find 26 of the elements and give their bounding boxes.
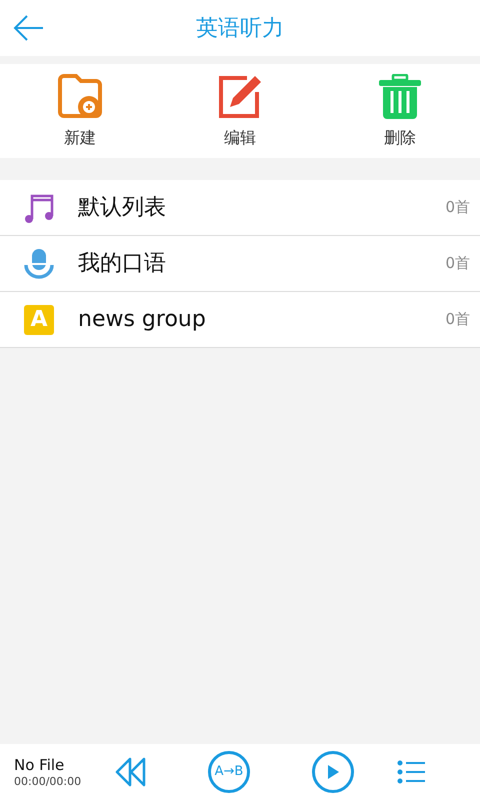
play-icon — [326, 764, 340, 780]
back-arrow-icon — [13, 14, 45, 42]
track-count: 0首 — [445, 253, 470, 274]
playlist-item[interactable]: 我的口语 0首 — [0, 236, 480, 292]
action-button[interactable]: 编辑 — [160, 64, 320, 158]
edit-icon — [217, 74, 263, 120]
action-button[interactable]: 新建 — [0, 64, 160, 158]
play-button[interactable] — [312, 751, 354, 793]
rewind-button[interactable] — [114, 755, 148, 789]
trash-icon — [378, 74, 422, 120]
playlist-name: 默认列表 — [78, 194, 166, 222]
playlist-item[interactable]: A news group 0首 — [0, 292, 480, 348]
letter-book-icon: A — [24, 304, 54, 334]
track-count: 0首 — [445, 197, 470, 218]
rewind-icon — [115, 757, 147, 787]
playlist-name: news group — [78, 306, 206, 334]
action-button[interactable]: 删除 — [320, 64, 480, 158]
file-name: No File — [14, 756, 66, 774]
play-time: 00:00/00:00 — [14, 774, 82, 788]
folder-add-icon — [56, 74, 104, 120]
page-title: 英语听力 — [196, 14, 284, 42]
playlist-name: 我的口语 — [78, 250, 166, 278]
playlist-item[interactable]: 默认列表 0首 — [0, 180, 480, 236]
track-count: 0首 — [445, 309, 470, 330]
list-icon — [397, 760, 425, 784]
microphone-icon — [23, 248, 55, 280]
